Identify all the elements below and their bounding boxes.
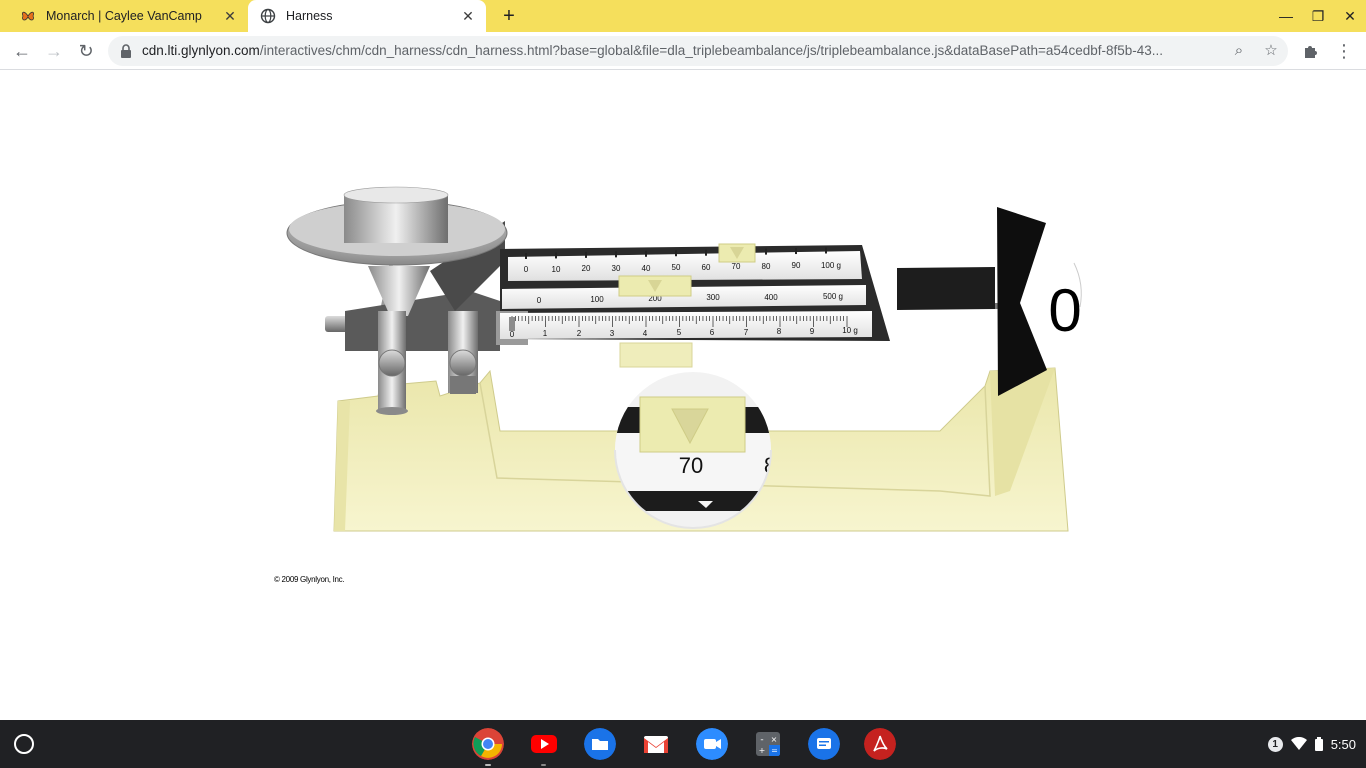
- beam-10g-label: 8: [777, 327, 782, 336]
- beam-500g-label: 400: [764, 293, 778, 302]
- tab-monarch[interactable]: Monarch | Caylee VanCamp ✕: [8, 0, 248, 32]
- files-icon[interactable]: [584, 728, 616, 760]
- copyright-notice: © 2009 Glynlyon, Inc.: [274, 575, 345, 584]
- system-tray[interactable]: 1 5:50: [1267, 732, 1356, 756]
- beam-500g-label: 300: [706, 293, 720, 302]
- notification-count-badge: 1: [1267, 736, 1283, 752]
- calculator-icon[interactable]: - × + =: [752, 728, 784, 760]
- url-host: cdn.lti.glynlyon.com: [142, 43, 260, 58]
- chrome-icon[interactable]: [472, 728, 504, 760]
- tab-title: Harness: [286, 9, 333, 23]
- beam-100g-label: 10: [552, 265, 561, 274]
- restore-icon[interactable]: ❐: [1308, 6, 1328, 26]
- svg-text:×: ×: [771, 735, 778, 744]
- beam-10g-label: 1: [543, 329, 548, 338]
- beam-500g-label: 100: [590, 295, 604, 304]
- rider-500g[interactable]: [618, 275, 692, 297]
- beam-10g-label: 4: [643, 329, 648, 338]
- close-window-icon[interactable]: ✕: [1340, 6, 1360, 26]
- beam-10g-label: 10 g: [842, 326, 858, 335]
- youtube-running-indicator: [541, 764, 546, 766]
- zoom-icon-app[interactable]: [696, 728, 728, 760]
- beam-10g: [500, 311, 872, 339]
- clock-time: 5:50: [1330, 736, 1356, 752]
- address-bar[interactable]: cdn.lti.glynlyon.com/interactives/chm/cd…: [108, 36, 1288, 66]
- pointer-zero-label: 0: [1048, 277, 1081, 344]
- beam-10g-label: 2: [577, 329, 582, 338]
- chrome-active-indicator: [485, 764, 491, 766]
- beam-100g-label: 100 g: [821, 261, 841, 270]
- new-tab-button[interactable]: +: [498, 5, 520, 27]
- beam-100g-label: 90: [792, 261, 801, 270]
- beam-100g-label: 20: [582, 264, 591, 273]
- triple-beam-balance: 0 10 20 30 40 50 60 70 80 90 100 g 0 100…: [286, 186, 1082, 532]
- tab-harness[interactable]: Harness ✕: [248, 0, 486, 32]
- gmail-icon[interactable]: [640, 728, 672, 760]
- os-shelf: - × + = 1 5:50: [0, 720, 1366, 768]
- acrobat-icon[interactable]: [864, 728, 896, 760]
- beam-100g-label: 0: [524, 265, 529, 274]
- bookmark-star-icon[interactable]: ☆: [1262, 42, 1280, 60]
- lock-icon: [121, 44, 131, 58]
- minimize-icon[interactable]: —: [1276, 6, 1296, 26]
- svg-text:=: =: [771, 746, 778, 755]
- beam-10g-label: 9: [810, 327, 815, 336]
- beam-100g-label: 40: [642, 264, 651, 273]
- back-arrow-icon[interactable]: ←: [10, 39, 34, 63]
- beam-500g-label: 0: [537, 296, 542, 305]
- beam-10g-label: 0: [510, 330, 515, 339]
- beam-100g-label: 50: [672, 263, 681, 272]
- beam-500g-label: 500 g: [823, 292, 843, 301]
- url-path: /interactives/chm/cdn_harness/cdn_harnes…: [259, 43, 1164, 58]
- tab-strip: Monarch | Caylee VanCamp ✕ Harness ✕ + —…: [0, 0, 1366, 32]
- beam-100g-label: 60: [702, 263, 711, 272]
- beam-10g-label: 6: [710, 328, 715, 337]
- rider-100g[interactable]: [718, 243, 756, 263]
- tab-title: Monarch | Caylee VanCamp: [46, 9, 202, 23]
- menu-kebab-icon[interactable]: ⋮: [1332, 39, 1356, 63]
- page-content: 0 10 20 30 40 50 60 70 80 90 100 g 0 100…: [0, 71, 1366, 720]
- beam-10g-label: 7: [744, 328, 749, 337]
- beam-100g-label: 30: [612, 264, 621, 273]
- launcher-icon[interactable]: [14, 734, 34, 754]
- close-tab-icon[interactable]: ✕: [460, 8, 476, 24]
- battery-icon: [1314, 737, 1323, 751]
- forward-arrow-icon[interactable]: →: [42, 39, 66, 63]
- globe-icon: [260, 8, 276, 24]
- magnifier-value: 70: [679, 453, 703, 478]
- browser-toolbar: ← → ↻ cdn.lti.glynlyon.com/interactives/…: [0, 32, 1366, 70]
- beam-100g-label: 80: [762, 262, 771, 271]
- close-tab-icon[interactable]: ✕: [222, 8, 238, 24]
- reload-icon[interactable]: ↻: [74, 39, 98, 63]
- monarch-logo-icon: [21, 11, 35, 21]
- beam-100g-label: 70: [732, 262, 741, 271]
- wifi-icon: [1290, 737, 1307, 750]
- youtube-icon[interactable]: [528, 728, 560, 760]
- zoom-icon[interactable]: ⌕: [1230, 42, 1248, 60]
- extensions-puzzle-icon[interactable]: [1302, 42, 1320, 60]
- beam-10g-label: 5: [677, 328, 682, 337]
- beam-10g-label: 3: [610, 329, 615, 338]
- url-text[interactable]: cdn.lti.glynlyon.com/interactives/chm/cd…: [142, 43, 1222, 58]
- svg-text:+: +: [759, 746, 766, 755]
- svg-text:-: -: [760, 735, 763, 745]
- messages-icon[interactable]: [808, 728, 840, 760]
